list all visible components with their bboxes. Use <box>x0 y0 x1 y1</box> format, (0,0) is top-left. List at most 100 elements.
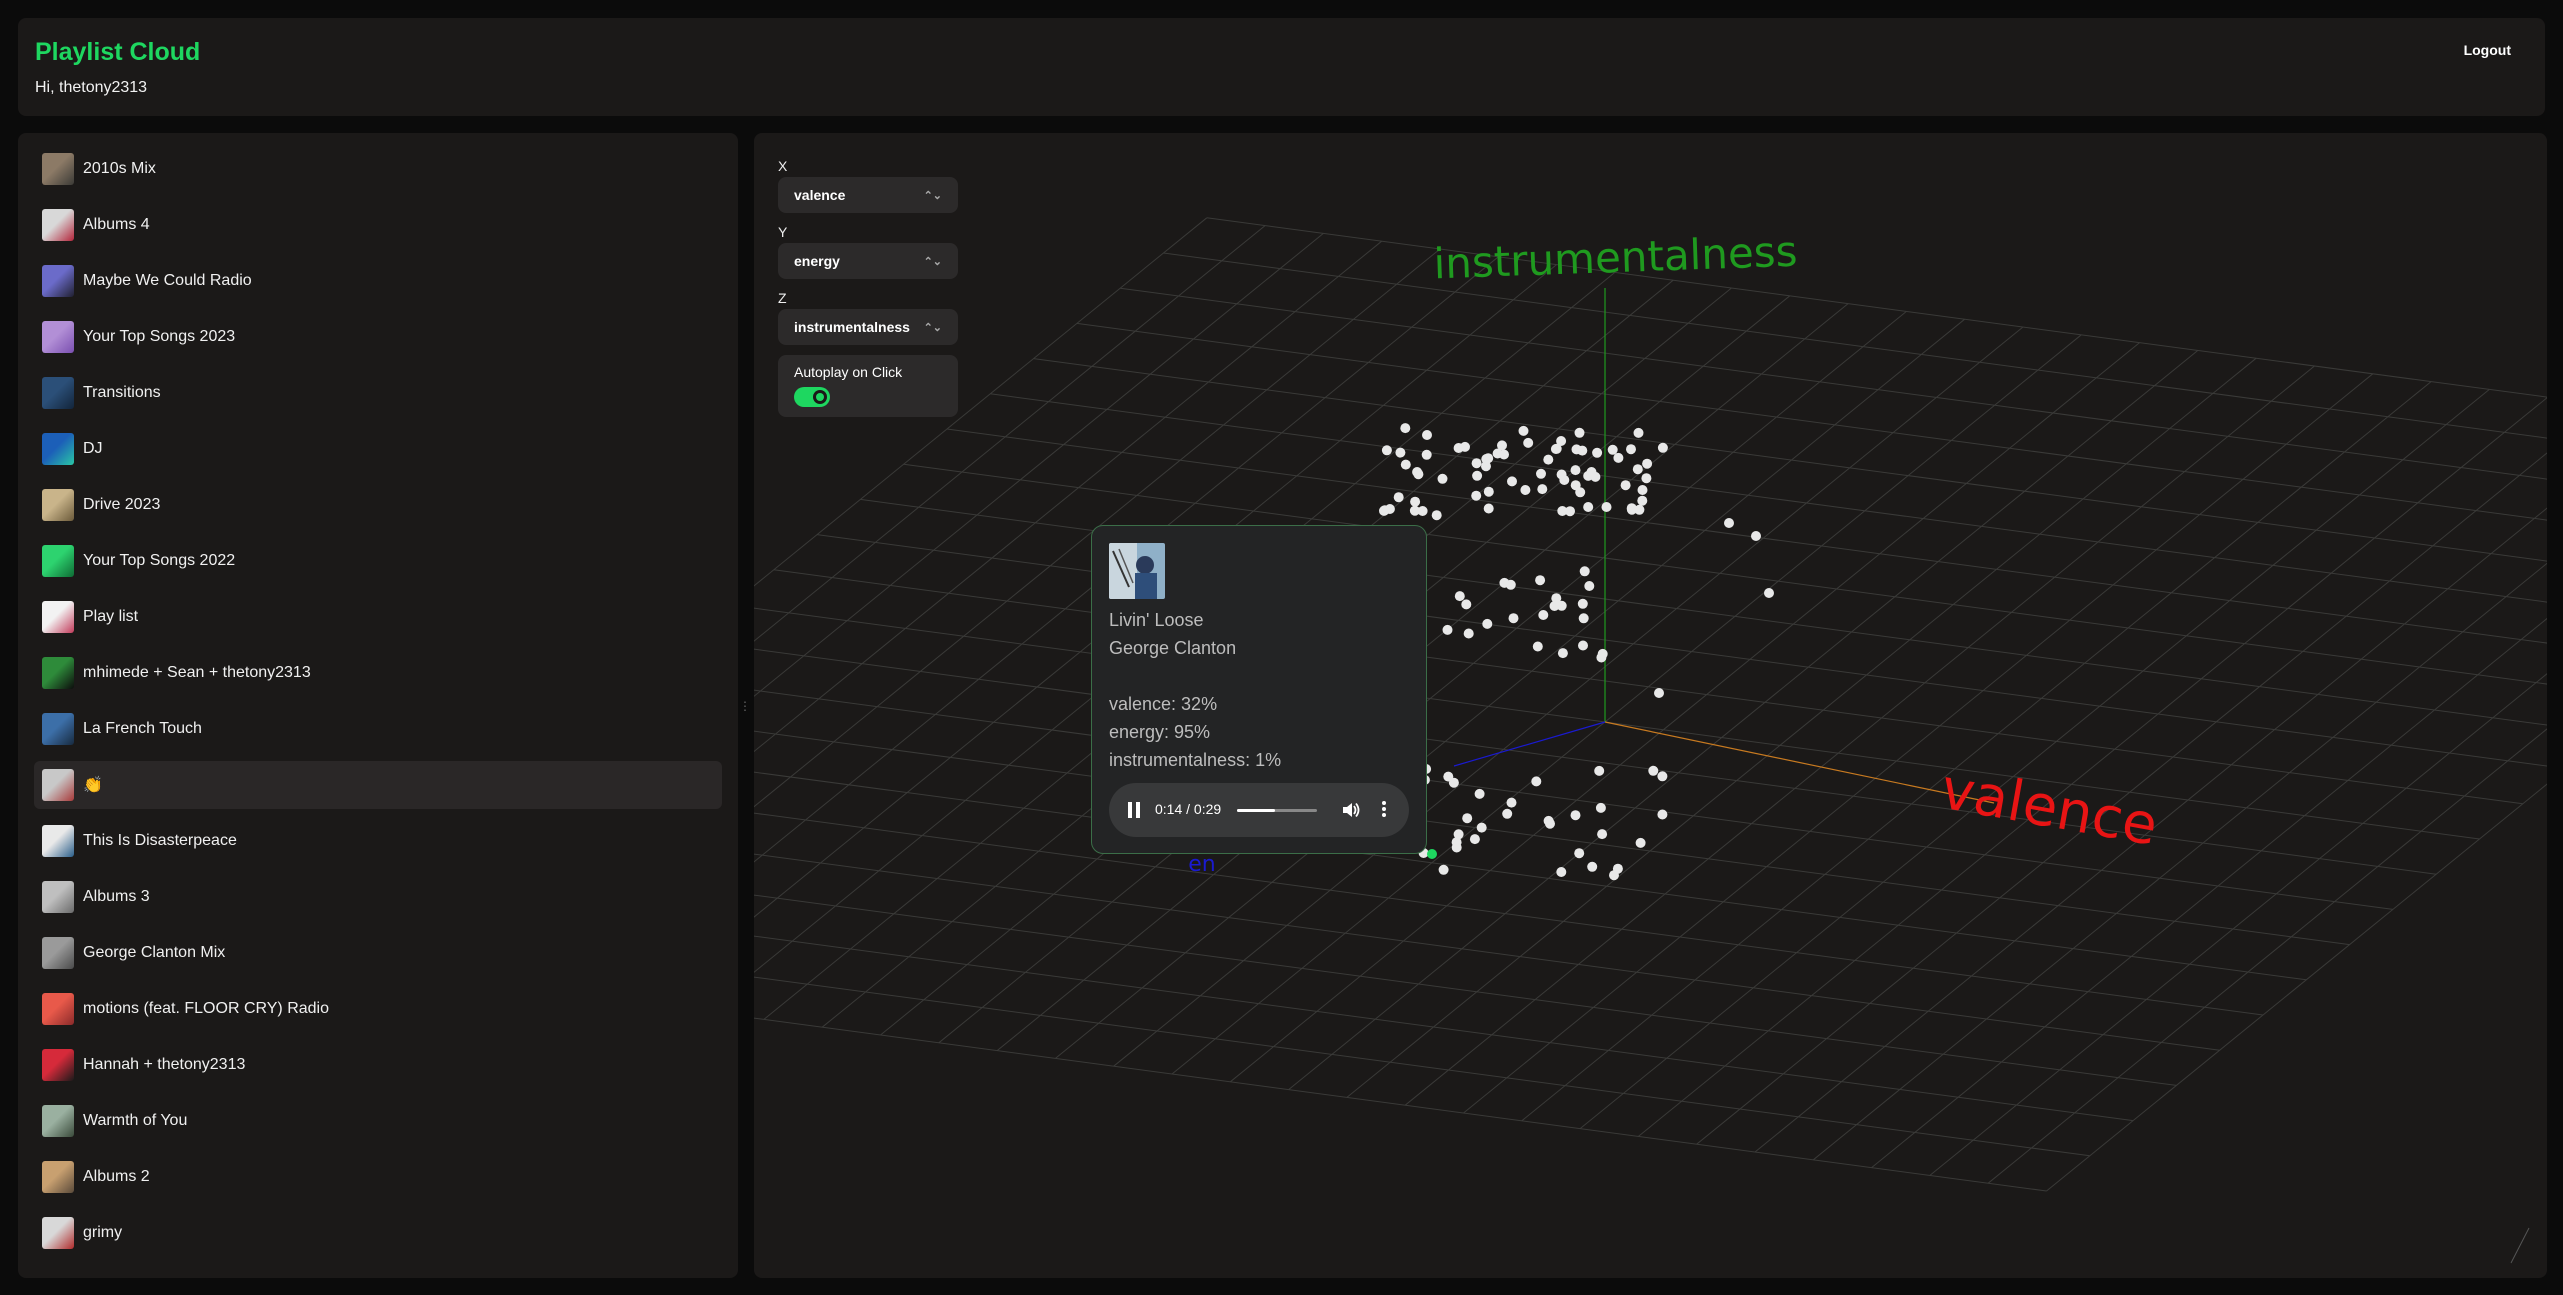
playlist-item[interactable]: Your Top Songs 2023 <box>34 313 722 361</box>
data-point <box>1463 628 1474 639</box>
playlist-item[interactable]: Drive 2023 <box>34 481 722 529</box>
playlist-item[interactable]: Albums 4 <box>34 201 722 249</box>
data-point <box>1626 504 1637 515</box>
data-point <box>1461 599 1472 610</box>
data-point <box>1421 449 1432 460</box>
data-point <box>1381 445 1392 456</box>
data-point <box>1532 641 1543 652</box>
playlist-name: Albums 3 <box>83 888 150 905</box>
data-point <box>1597 829 1608 840</box>
data-point <box>1586 467 1597 477</box>
data-point <box>1482 618 1493 629</box>
resize-handle[interactable]: ⋮ <box>739 698 751 714</box>
playlist-item[interactable]: Maybe We Could Radio <box>34 257 722 305</box>
data-point <box>1571 444 1582 455</box>
playlist-item[interactable]: DJ <box>34 425 722 473</box>
playlist-cover <box>42 545 74 577</box>
playlist-cover <box>42 881 74 913</box>
playlist-item[interactable]: motions (feat. FLOOR CRY) Radio <box>34 985 722 1033</box>
data-point <box>1520 485 1531 495</box>
axis-controls: X valence ⌃⌄ Y energy ⌃⌄ Z instrumentaln… <box>778 157 958 417</box>
logout-button[interactable]: Logout <box>2458 41 2517 59</box>
playlist-item[interactable]: grimy <box>34 1209 722 1257</box>
x-axis-select-value: valence <box>794 187 846 203</box>
volume-icon[interactable] <box>1341 801 1361 819</box>
playlist-item[interactable]: Transitions <box>34 369 722 417</box>
x-axis-select[interactable]: valence ⌃⌄ <box>778 177 958 213</box>
playlist-list: 2010s Mix Albums 4 Maybe We Could Radio You… <box>34 145 722 1265</box>
data-point <box>1657 771 1668 782</box>
x-axis-label: X <box>778 158 788 174</box>
playlist-item[interactable]: This Is Disasterpeace <box>34 817 722 865</box>
data-point <box>1471 490 1482 501</box>
chevron-updown-icon: ⌃⌄ <box>923 321 942 334</box>
data-point <box>1481 461 1491 472</box>
data-point <box>1549 601 1560 611</box>
playlist-item[interactable]: Warmth of You <box>34 1097 722 1145</box>
pause-icon[interactable] <box>1127 802 1141 818</box>
data-point <box>1609 870 1619 881</box>
scatter-3d-plot[interactable]: instrumentalness valence en <box>754 133 2547 1278</box>
audio-player: 0:14 / 0:29 <box>1109 783 1409 837</box>
playlist-sidebar: 2010s Mix Albums 4 Maybe We Could Radio You… <box>18 133 738 1278</box>
x-axis-title: valence <box>1936 757 2162 859</box>
playlist-cover <box>42 377 74 409</box>
data-point <box>1613 452 1624 463</box>
data-point <box>1592 447 1603 458</box>
playlist-item[interactable]: Hannah + thetony2313 <box>34 1041 722 1089</box>
data-point <box>1431 510 1442 521</box>
data-point <box>1657 442 1668 453</box>
data-point <box>1556 867 1567 877</box>
data-point <box>1570 465 1581 476</box>
data-point <box>1536 468 1546 479</box>
track-instrumentalness: instrumentalness: 1% <box>1109 750 1282 770</box>
z-axis-title: instrumentalness <box>1433 227 1798 289</box>
autoplay-toggle[interactable] <box>794 387 830 407</box>
playlist-name: motions (feat. FLOOR CRY) Radio <box>83 1000 330 1017</box>
playlist-cover <box>42 657 74 689</box>
progress-bar[interactable] <box>1237 809 1317 812</box>
data-point <box>1654 688 1664 698</box>
playlist-name: La French Touch <box>83 720 202 737</box>
playlist-cover <box>42 769 74 801</box>
data-point <box>1574 848 1585 859</box>
playlist-item[interactable]: La French Touch <box>34 705 722 753</box>
data-point <box>1641 473 1652 484</box>
data-point <box>1523 437 1534 448</box>
track-artist: George Clanton <box>1109 638 1237 658</box>
x-axis-line <box>1604 721 1995 804</box>
autoplay-setting: Autoplay on Click <box>778 355 958 417</box>
y-axis-select[interactable]: energy ⌃⌄ <box>778 243 958 279</box>
playlist-item[interactable]: Albums 2 <box>34 1153 722 1201</box>
data-point <box>1400 423 1411 434</box>
playlist-item[interactable]: mhimede + Sean + thetony2313 <box>34 649 722 697</box>
playlist-item[interactable]: 2010s Mix <box>34 145 722 193</box>
data-point <box>1633 427 1644 438</box>
data-point <box>1538 610 1549 620</box>
playlist-name: George Clanton Mix <box>83 944 226 961</box>
data-point <box>1637 485 1648 495</box>
autoplay-label: Autoplay on Click <box>794 364 903 380</box>
playlist-item[interactable]: Your Top Songs 2022 <box>34 537 722 585</box>
z-axis-select[interactable]: instrumentalness ⌃⌄ <box>778 309 958 345</box>
grid-line <box>754 853 2220 1051</box>
data-point <box>1384 504 1395 514</box>
playlist-name: 2010s Mix <box>83 160 156 177</box>
more-options-icon[interactable] <box>1381 799 1387 821</box>
data-point <box>1535 575 1546 586</box>
playlist-cover <box>42 601 74 633</box>
playlist-cover <box>42 1161 74 1193</box>
playlist-item[interactable]: Play list <box>34 593 722 641</box>
data-point <box>1596 652 1607 663</box>
playlist-item[interactable]: George Clanton Mix <box>34 929 722 977</box>
data-point <box>1657 809 1668 820</box>
playlist-cover <box>42 937 74 969</box>
data-point <box>1607 444 1618 455</box>
playlist-item[interactable]: Albums 3 <box>34 873 722 921</box>
playback-time: 0:14 / 0:29 <box>1155 801 1222 817</box>
playlist-item[interactable]: 👏 <box>34 761 722 809</box>
playlist-cover <box>42 825 74 857</box>
grid-line <box>1638 397 2547 1137</box>
data-point <box>1575 487 1586 498</box>
grid-line <box>1521 381 2432 1122</box>
